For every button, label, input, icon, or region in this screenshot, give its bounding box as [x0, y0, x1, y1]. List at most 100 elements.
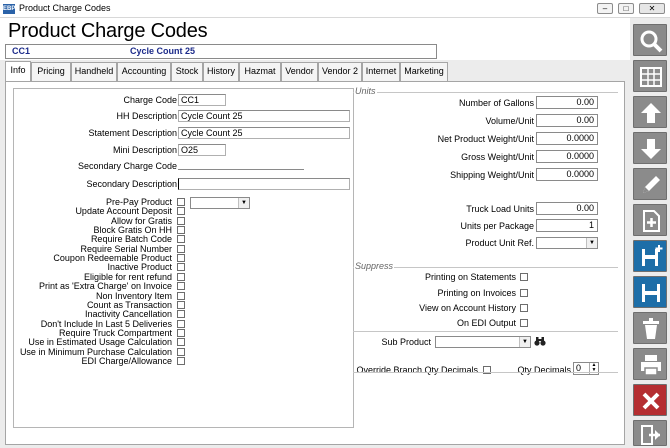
- chevron-down-icon: ▼: [519, 337, 530, 347]
- truck-load-units-label: Truck Load Units: [466, 204, 534, 214]
- number-of-gallons-field[interactable]: 0.00: [536, 96, 598, 109]
- tab-stock[interactable]: Stock: [171, 62, 203, 81]
- units-per-package-field[interactable]: 1: [536, 219, 598, 232]
- product-unit-ref-label: Product Unit Ref.: [465, 238, 534, 248]
- gross-weight-field[interactable]: 0.0000: [536, 150, 598, 163]
- mini-description-field[interactable]: O25: [178, 144, 226, 156]
- net-weight-field[interactable]: 0.0000: [536, 132, 598, 145]
- qty-decimals-label: Qty Decimals: [517, 365, 571, 375]
- checkbox-label: Use in Estimated Usage Calculation: [28, 337, 172, 347]
- checkbox[interactable]: [177, 310, 185, 318]
- divider: [353, 372, 618, 373]
- binoculars-icon[interactable]: [534, 336, 547, 348]
- checkbox[interactable]: [177, 320, 185, 328]
- page-title: Product Charge Codes: [8, 20, 208, 42]
- tab-info[interactable]: Info: [5, 61, 31, 82]
- tab-marketing[interactable]: Marketing: [400, 62, 448, 81]
- action-toolbar: [630, 18, 670, 448]
- edit-button[interactable]: [633, 168, 667, 200]
- tab-vendor-2[interactable]: Vendor 2: [318, 62, 362, 81]
- checkbox-label: Inactivity Cancellation: [84, 309, 172, 319]
- checkbox[interactable]: [177, 329, 185, 337]
- pre-pay-dropdown[interactable]: ▼: [190, 197, 250, 209]
- secondary-charge-code-label: Secondary Charge Code: [77, 161, 177, 171]
- tab-content-info: Charge Code CC1 HH Description Cycle Cou…: [5, 81, 625, 445]
- record-description: Cycle Count 25: [130, 46, 196, 56]
- checkbox[interactable]: [177, 198, 185, 206]
- search-icon: [640, 30, 663, 53]
- print-button[interactable]: [633, 348, 667, 380]
- record-header-bar: CC1 Cycle Count 25: [5, 44, 437, 59]
- suppress-label-account-history: View on Account History: [419, 303, 516, 313]
- suppress-checkbox-invoices[interactable]: [520, 289, 528, 297]
- qty-decimals-stepper[interactable]: 0 ▲ ▼: [573, 362, 599, 375]
- checkbox-label: Update Account Deposit: [75, 206, 172, 216]
- checkbox[interactable]: [177, 235, 185, 243]
- checkbox[interactable]: [177, 357, 185, 365]
- delete-button[interactable]: [633, 312, 667, 344]
- sub-product-dropdown[interactable]: ▼: [435, 336, 531, 348]
- statement-description-label: Statement Description: [88, 128, 177, 138]
- arrow-up-icon: [641, 103, 661, 123]
- next-record-button[interactable]: [633, 132, 667, 164]
- grid-view-button[interactable]: [633, 60, 667, 92]
- tab-accounting[interactable]: Accounting: [117, 62, 171, 81]
- hh-description-label: HH Description: [116, 111, 177, 121]
- maximize-button[interactable]: □: [618, 3, 634, 14]
- save-button[interactable]: [633, 276, 667, 308]
- secondary-charge-code-field[interactable]: [178, 158, 304, 170]
- info-panel: Charge Code CC1 HH Description Cycle Cou…: [13, 88, 354, 428]
- checkbox[interactable]: [177, 301, 185, 309]
- volume-unit-field[interactable]: 0.00: [536, 114, 598, 127]
- save-new-button[interactable]: [633, 240, 667, 272]
- product-unit-ref-dropdown[interactable]: ▼: [536, 237, 598, 249]
- exit-button[interactable]: [633, 420, 667, 446]
- suppress-checkbox-statements[interactable]: [520, 273, 528, 281]
- checkbox[interactable]: [177, 273, 185, 281]
- checkbox[interactable]: [177, 348, 185, 356]
- tab-hazmat[interactable]: Hazmat: [239, 62, 281, 81]
- minimize-button[interactable]: –: [597, 3, 613, 14]
- suppress-checkbox-account-history[interactable]: [520, 304, 528, 312]
- checkbox[interactable]: [177, 338, 185, 346]
- tab-handheld[interactable]: Handheld: [71, 62, 117, 81]
- suppress-checkbox-edi-output[interactable]: [520, 319, 528, 327]
- shipping-weight-label: Shipping Weight/Unit: [450, 170, 534, 180]
- cancel-button[interactable]: [633, 384, 667, 416]
- tab-pricing[interactable]: Pricing: [31, 62, 71, 81]
- checkbox[interactable]: [177, 226, 185, 234]
- checkbox[interactable]: [177, 282, 185, 290]
- sub-product-label: Sub Product: [381, 337, 431, 347]
- new-record-button[interactable]: [633, 204, 667, 236]
- checkbox[interactable]: [177, 245, 185, 253]
- units-group-header: Units: [354, 86, 377, 96]
- suppress-group-header: Suppress: [354, 261, 395, 271]
- search-button[interactable]: [633, 24, 667, 56]
- units-per-package-label: Units per Package: [460, 221, 534, 231]
- checkbox[interactable]: [177, 292, 185, 300]
- tab-vendor[interactable]: Vendor: [281, 62, 318, 81]
- save-new-icon: [642, 245, 663, 266]
- previous-record-button[interactable]: [633, 96, 667, 128]
- checkbox[interactable]: [177, 254, 185, 262]
- charge-code-label: Charge Code: [123, 95, 177, 105]
- checkbox-label: Print as 'Extra Charge' on Invoice: [38, 281, 172, 291]
- truck-load-units-field[interactable]: 0.00: [536, 202, 598, 215]
- charge-code-field[interactable]: CC1: [178, 94, 226, 106]
- shipping-weight-field[interactable]: 0.0000: [536, 168, 598, 181]
- tab-internet[interactable]: Internet: [362, 62, 400, 81]
- suppress-label-invoices: Printing on Invoices: [437, 288, 516, 298]
- checkbox[interactable]: [177, 217, 185, 225]
- hh-description-field[interactable]: Cycle Count 25: [178, 110, 350, 122]
- close-window-button[interactable]: ✕: [639, 3, 665, 14]
- checkbox[interactable]: [177, 263, 185, 271]
- secondary-description-field[interactable]: [178, 178, 350, 190]
- tab-history[interactable]: History: [203, 62, 239, 81]
- record-code: CC1: [12, 46, 31, 56]
- units-panel: Units Number of Gallons 0.00 Volume/Unit…: [353, 86, 618, 428]
- mini-description-label: Mini Description: [112, 145, 177, 155]
- override-branch-label: Override Branch Qty Decimals: [356, 365, 478, 375]
- checkbox[interactable]: [177, 207, 185, 215]
- statement-description-field[interactable]: Cycle Count 25: [178, 127, 350, 139]
- delete-icon: [643, 318, 659, 339]
